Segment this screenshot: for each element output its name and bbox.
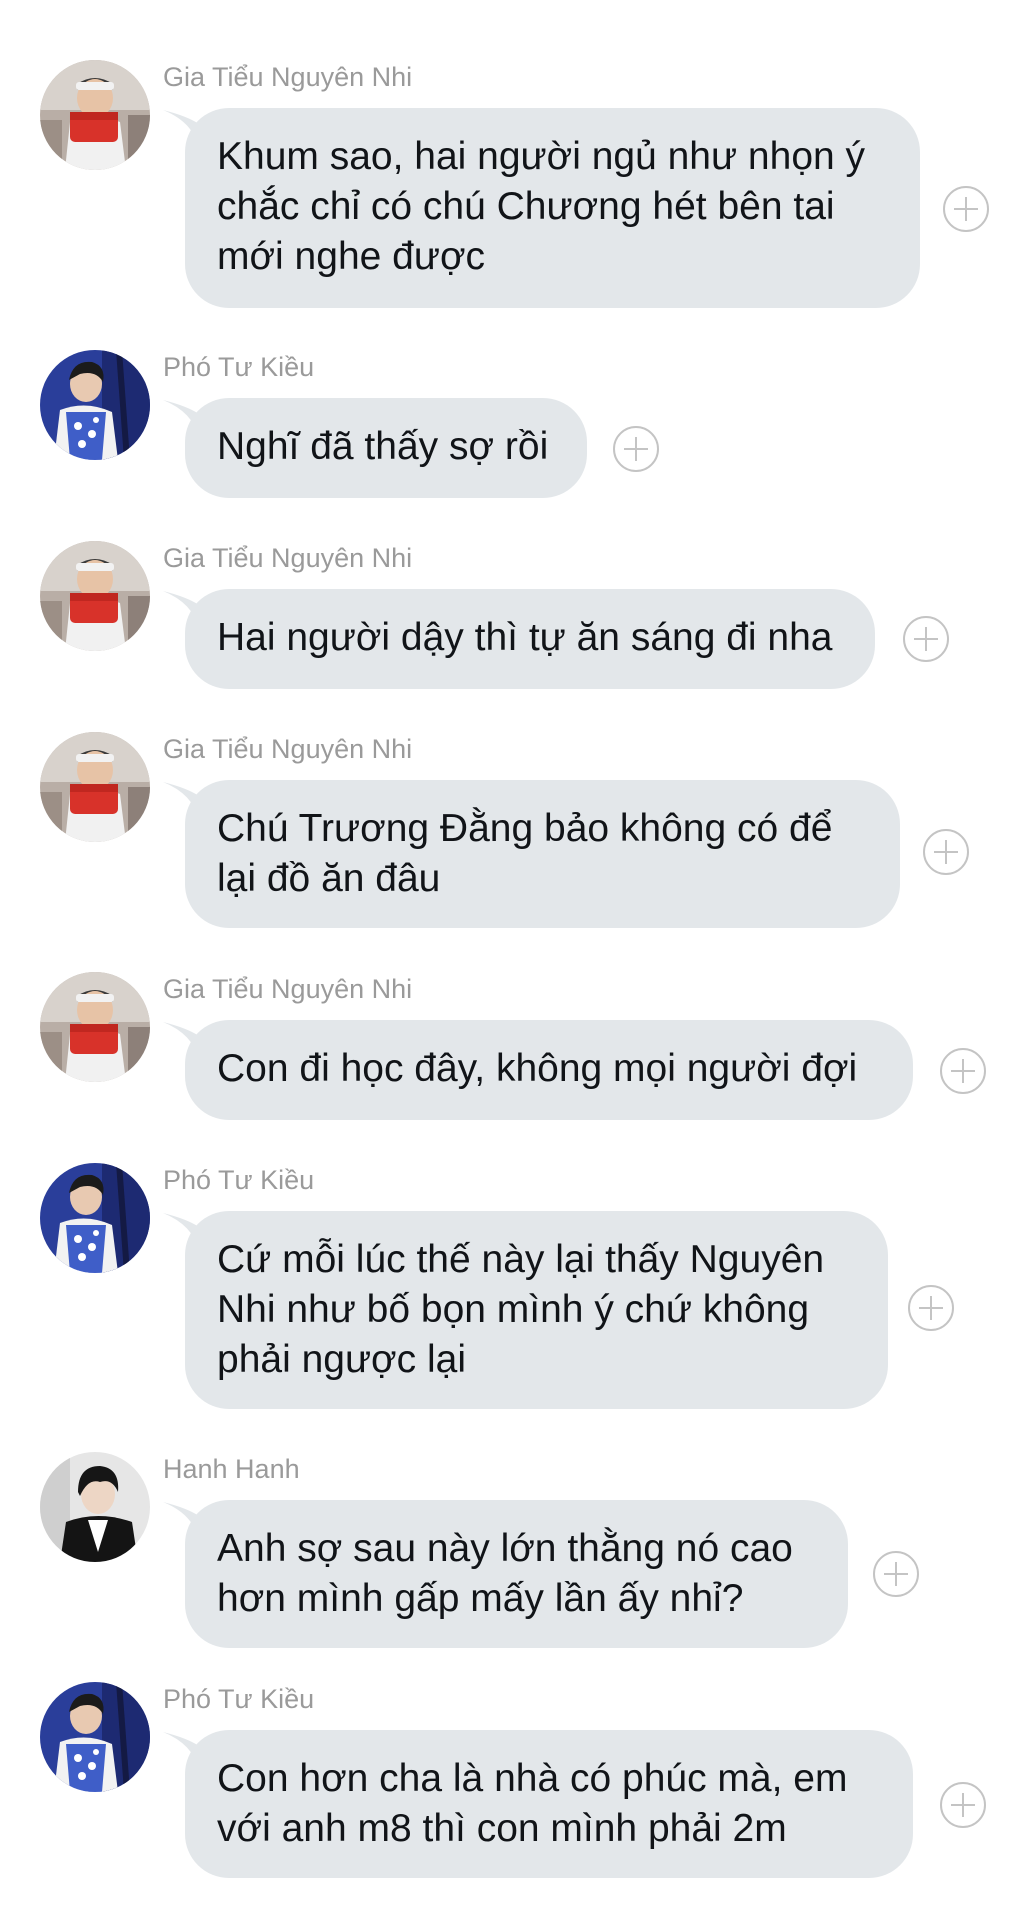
add-reaction-icon[interactable]: [943, 186, 989, 232]
message-bubble[interactable]: Nghĩ đã thấy sợ rồi: [185, 398, 587, 498]
add-reaction-icon[interactable]: [903, 616, 949, 662]
avatar[interactable]: [40, 732, 150, 842]
message-bubble[interactable]: Con đi học đây, không mọi người đợi: [185, 1020, 913, 1120]
sender-name: Gia Tiểu Nguyên Nhi: [163, 734, 413, 764]
sender-name: Phó Tư Kiều: [163, 1684, 315, 1714]
avatar[interactable]: [40, 972, 150, 1082]
message-bubble[interactable]: Hai người dậy thì tự ăn sáng đi nha: [185, 589, 875, 689]
message-bubble[interactable]: Cứ mỗi lúc thế này lại thấy Nguyên Nhi n…: [185, 1211, 888, 1409]
add-reaction-icon[interactable]: [613, 426, 659, 472]
sender-name: Hanh Hanh: [163, 1454, 300, 1484]
add-reaction-icon[interactable]: [923, 829, 969, 875]
avatar[interactable]: [40, 1452, 150, 1562]
sender-name: Gia Tiểu Nguyên Nhi: [163, 62, 413, 92]
sender-name: Phó Tư Kiều: [163, 1165, 315, 1195]
sender-name: Gia Tiểu Nguyên Nhi: [163, 543, 413, 573]
add-reaction-icon[interactable]: [908, 1285, 954, 1331]
add-reaction-icon[interactable]: [940, 1782, 986, 1828]
avatar[interactable]: [40, 1163, 150, 1273]
avatar[interactable]: [40, 541, 150, 651]
message-bubble[interactable]: Anh sợ sau này lớn thằng nó cao hơn mình…: [185, 1500, 848, 1648]
sender-name: Gia Tiểu Nguyên Nhi: [163, 974, 413, 1004]
sender-name: Phó Tư Kiều: [163, 352, 315, 382]
avatar[interactable]: [40, 60, 150, 170]
add-reaction-icon[interactable]: [873, 1551, 919, 1597]
avatar[interactable]: [40, 1682, 150, 1792]
avatar[interactable]: [40, 350, 150, 460]
message-bubble[interactable]: Chú Trương Đằng bảo không có để lại đồ ă…: [185, 780, 900, 928]
message-bubble[interactable]: Con hơn cha là nhà có phúc mà, em với an…: [185, 1730, 913, 1878]
chat-thread: Gia Tiểu Nguyên Nhi Khum sao, hai người …: [0, 0, 1023, 1920]
add-reaction-icon[interactable]: [940, 1048, 986, 1094]
message-bubble[interactable]: Khum sao, hai người ngủ như nhọn ý chắc …: [185, 108, 920, 308]
